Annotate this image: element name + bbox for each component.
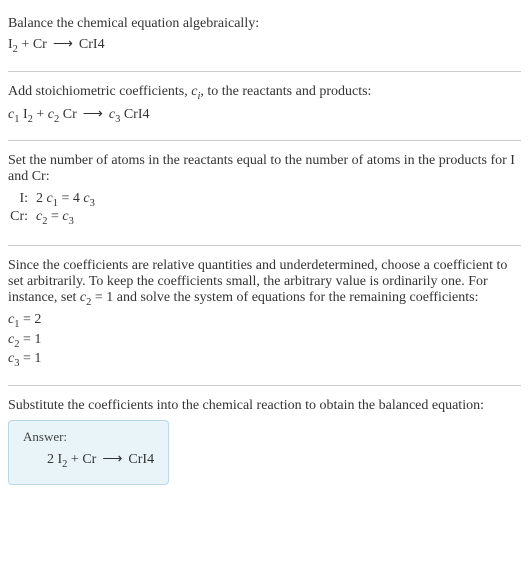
eq-part: = 4: [58, 191, 83, 206]
c3-sub: 3: [69, 216, 74, 227]
element-label-cr: Cr:: [8, 209, 36, 225]
coeff-line: c3 = 1: [8, 351, 521, 369]
eq-part: 2: [36, 191, 47, 206]
step-5: Substitute the coefficients into the che…: [8, 390, 521, 493]
reactant-cr: Cr: [33, 37, 47, 52]
cr: Cr: [63, 107, 77, 122]
step4-intro: Since the coefficients are relative quan…: [8, 258, 521, 308]
arrow-icon: ⟶: [83, 107, 103, 122]
step2-intro-a: Add stoichiometric coefficients,: [8, 84, 191, 99]
product-cri4: CrI4: [79, 37, 105, 52]
step2-equation: c1 I2 + c2 Cr⟶c3 CrI4: [8, 106, 521, 125]
step-1: Balance the chemical equation algebraica…: [8, 8, 521, 67]
cr: Cr: [82, 452, 96, 467]
plus: +: [33, 107, 48, 122]
step5-intro: Substitute the coefficients into the che…: [8, 398, 521, 414]
table-row: Cr: c2 = c3: [8, 209, 521, 227]
equation-cr: c2 = c3: [36, 209, 74, 227]
step-3: Set the number of atoms in the reactants…: [8, 145, 521, 241]
atom-balance-table: I: 2 c1 = 4 c3 Cr: c2 = c3: [8, 191, 521, 227]
c-val: = 2: [19, 312, 41, 327]
step1-intro: Balance the chemical equation algebraica…: [8, 16, 521, 32]
coefficient-solution: c1 = 2 c2 = 1 c3 = 1: [8, 312, 521, 369]
divider: [8, 245, 521, 246]
answer-label: Answer:: [23, 429, 154, 445]
divider: [8, 140, 521, 141]
cri4: CrI4: [128, 452, 154, 467]
coeff-line: c2 = 1: [8, 332, 521, 350]
eq-part: =: [47, 209, 62, 224]
element-label-i: I:: [8, 191, 36, 207]
table-row: I: 2 c1 = 4 c3: [8, 191, 521, 209]
cri4: CrI4: [124, 107, 150, 122]
equation-i: 2 c1 = 4 c3: [36, 191, 95, 209]
c-val: = 1: [19, 332, 41, 347]
step1-equation: I2 + Cr⟶CrI4: [8, 36, 521, 55]
arrow-icon: ⟶: [102, 452, 122, 467]
divider: [8, 71, 521, 72]
c-val: = 1: [19, 351, 41, 366]
step3-intro: Set the number of atoms in the reactants…: [8, 153, 521, 185]
plus: +: [18, 37, 33, 52]
plus: +: [67, 452, 82, 467]
divider: [8, 385, 521, 386]
step-2: Add stoichiometric coefficients, ci, to …: [8, 76, 521, 137]
step4-intro-b: = 1 and solve the system of equations fo…: [91, 290, 478, 305]
step-4: Since the coefficients are relative quan…: [8, 250, 521, 381]
coeff-line: c1 = 2: [8, 312, 521, 330]
step2-intro: Add stoichiometric coefficients, ci, to …: [8, 84, 521, 102]
c3-sub: 3: [90, 198, 95, 209]
step2-intro-b: , to the reactants and products:: [200, 84, 371, 99]
coeff-2: 2: [47, 452, 58, 467]
answer-box: Answer: 2 I2 + Cr⟶CrI4: [8, 420, 169, 485]
balanced-equation: 2 I2 + Cr⟶CrI4: [23, 451, 154, 470]
arrow-icon: ⟶: [53, 37, 73, 52]
